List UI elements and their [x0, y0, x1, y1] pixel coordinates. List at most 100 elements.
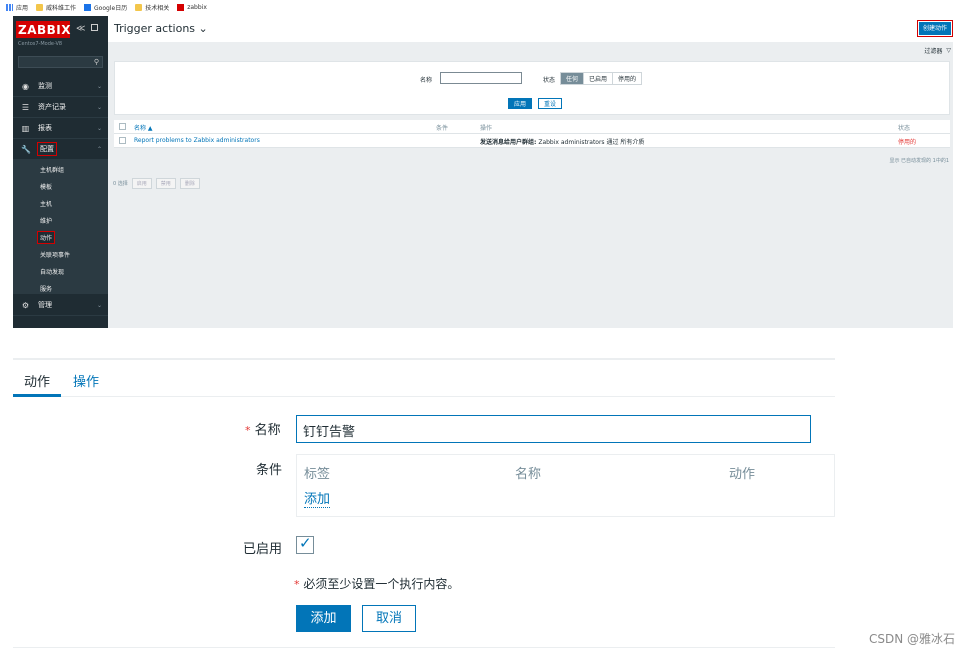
- action-operations: 发送消息给用户群组: Zabbix administrators 通过 所有介质: [480, 139, 645, 146]
- wrench-icon: 🔧: [21, 144, 31, 154]
- action-form: 动作 操作 * 名称 钉钉告警 条件 标签 名称 动作 添加 已启用 ✓ * 必…: [13, 358, 835, 648]
- select-all-checkbox[interactable]: [119, 123, 126, 130]
- cond-header-name: 名称: [515, 467, 542, 482]
- submenu-maintenance[interactable]: 维护: [40, 216, 52, 225]
- warning-message: * 必须至少设置一个执行内容。: [294, 577, 460, 591]
- column-operations: 操作: [480, 125, 493, 132]
- submenu-event-correlation[interactable]: 关联项事件: [40, 250, 70, 259]
- submenu-actions[interactable]: 动作: [36, 231, 56, 244]
- conditions-table: 标签 名称 动作 添加: [296, 454, 835, 517]
- gear-icon: ⚙: [21, 300, 30, 310]
- sidebar-item-reports[interactable]: ▥ 报表 ⌄: [13, 118, 108, 139]
- tab-action[interactable]: 动作: [24, 371, 50, 390]
- configuration-submenu: 主机群组 模板 主机 维护 动作 关联项事件 自动发现 服务: [13, 160, 108, 294]
- search-icon[interactable]: ⚲: [94, 58, 99, 66]
- name-label: * 名称: [245, 423, 281, 438]
- reset-button[interactable]: 重设: [538, 98, 563, 109]
- filter-status-label: 状态: [543, 77, 556, 84]
- logo[interactable]: ZABBIX: [18, 23, 71, 37]
- chevron-down-icon: ⌄: [96, 124, 102, 132]
- bookmark-zabbix[interactable]: zabbix: [177, 3, 207, 11]
- filter-name-input[interactable]: [440, 72, 522, 84]
- eye-icon: ◉: [22, 81, 29, 91]
- required-marker: *: [294, 578, 300, 591]
- column-status: 状态: [898, 125, 911, 132]
- name-input[interactable]: 钉钉告警: [296, 415, 811, 443]
- enabled-label: 已启用: [243, 542, 283, 557]
- status-badge[interactable]: 停用的: [898, 137, 916, 146]
- status-option-enabled[interactable]: 已启用: [584, 73, 614, 84]
- sidebar-item-inventory[interactable]: ☰ 资产记录 ⌄: [13, 97, 108, 118]
- folder-icon: [36, 3, 44, 11]
- bookmark-tech[interactable]: 技术相关: [135, 3, 169, 12]
- cancel-button[interactable]: 取消: [362, 605, 416, 632]
- watermark: CSDN @雅冰石: [868, 632, 955, 646]
- zabbix-window: ZABBIX ≪ Centos7-Mode-V8 ⚲ ◉ 监测 ⌄ ☰ 资产记录…: [13, 16, 954, 328]
- selected-count: 0 选择: [113, 181, 128, 187]
- server-name: Centos7-Mode-V8: [18, 41, 63, 47]
- required-marker: *: [245, 424, 251, 437]
- main-content: Trigger actions ⌄ 创建动作 过滤器 ▽ 名称 状态 任何 已启…: [108, 16, 954, 328]
- sidebar-item-administration[interactable]: ⚙ 管理 ⌄: [13, 295, 108, 316]
- bulk-actions: 0 选择 启用 禁用 删除: [113, 178, 200, 189]
- status-option-disabled[interactable]: 停用的: [613, 73, 642, 84]
- form-tabs: 动作 操作: [13, 360, 835, 397]
- divider: [13, 647, 835, 648]
- sidebar: ZABBIX ≪ Centos7-Mode-V8 ⚲ ◉ 监测 ⌄ ☰ 资产记录…: [13, 16, 108, 328]
- page-title[interactable]: Trigger actions ⌄: [114, 22, 208, 35]
- column-name[interactable]: 名称 ▲: [134, 123, 153, 132]
- bookmark-work[interactable]: 威科维工作: [36, 3, 76, 12]
- delete-button[interactable]: 删除: [179, 178, 200, 189]
- apply-button[interactable]: 应用: [508, 98, 533, 109]
- sidebar-item-monitoring[interactable]: ◉ 监测 ⌄: [13, 76, 108, 97]
- chevron-up-icon: ⌃: [96, 145, 102, 153]
- row-checkbox[interactable]: [119, 137, 126, 144]
- enabled-checkbox[interactable]: ✓: [296, 534, 314, 554]
- submenu-discovery[interactable]: 自动发现: [40, 267, 64, 276]
- column-conditions: 条件: [436, 125, 449, 132]
- list-icon: ☰: [21, 102, 30, 112]
- cond-header-label: 标签: [304, 467, 331, 482]
- bookmarks-bar: 应用 威科维工作 Google日历 技术相关 zabbix: [0, 0, 969, 14]
- folder-icon: [135, 3, 143, 11]
- chevron-down-icon: ⌄: [96, 103, 102, 111]
- chart-icon: ▥: [21, 123, 30, 133]
- kiosk-icon[interactable]: [91, 24, 98, 31]
- active-tab-indicator: [13, 394, 61, 397]
- action-name-link[interactable]: Report problems to Zabbix administrators: [134, 137, 260, 144]
- submenu-templates[interactable]: 模板: [40, 182, 52, 191]
- calendar-icon: [84, 3, 92, 11]
- actions-table: 名称 ▲ 条件 操作 状态 Report problems to Zabbix …: [114, 120, 950, 148]
- check-icon: ✓: [299, 534, 312, 552]
- disable-button[interactable]: 禁用: [155, 178, 176, 189]
- submenu-hosts[interactable]: 主机: [40, 199, 52, 208]
- tab-operations[interactable]: 操作: [73, 371, 99, 390]
- table-footer-info: 显示 已自动发现的 1中的1: [889, 158, 949, 164]
- add-button[interactable]: 添加: [296, 605, 351, 632]
- apps-icon: [6, 3, 13, 11]
- chevron-down-icon: ⌄: [96, 301, 102, 309]
- zabbix-icon: [177, 3, 185, 11]
- bookmark-apps[interactable]: 应用: [6, 3, 28, 12]
- filter-panel: 名称 状态 任何 已启用 停用的 应用 重设: [114, 61, 950, 115]
- logo-row: ZABBIX ≪ Centos7-Mode-V8: [13, 16, 108, 56]
- chevron-down-icon: ⌄: [96, 82, 102, 90]
- chevron-down-icon: ⌄: [198, 22, 208, 35]
- filter-icon: ▽: [946, 47, 951, 54]
- cond-header-action: 动作: [729, 467, 756, 482]
- enable-button[interactable]: 启用: [131, 178, 152, 189]
- conditions-label: 条件: [256, 463, 283, 478]
- table-header-row: 名称 ▲ 条件 操作 状态: [114, 120, 950, 134]
- status-option-any[interactable]: 任何: [561, 73, 585, 84]
- filter-tab[interactable]: 过滤器 ▽: [924, 46, 951, 55]
- create-action-button[interactable]: 创建动作: [916, 20, 954, 37]
- bookmark-calendar[interactable]: Google日历: [84, 3, 127, 12]
- add-condition-link[interactable]: 添加: [304, 488, 331, 508]
- collapse-icon[interactable]: ≪: [76, 24, 85, 34]
- sidebar-item-configuration[interactable]: 🔧 配置 ⌃: [13, 139, 108, 160]
- submenu-host-groups[interactable]: 主机群组: [40, 165, 64, 174]
- submenu-services[interactable]: 服务: [40, 284, 52, 293]
- filter-name-label: 名称: [420, 77, 433, 84]
- status-segmented-control: 任何 已启用 停用的: [560, 72, 643, 85]
- search-input[interactable]: ⚲: [18, 56, 103, 68]
